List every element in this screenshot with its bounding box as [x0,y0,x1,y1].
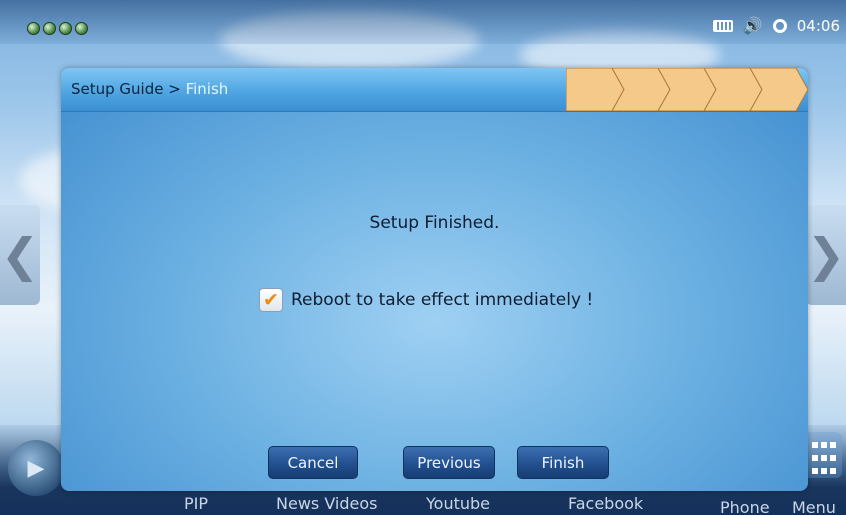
breadcrumb-current: Finish [185,80,229,98]
reboot-checkbox[interactable]: ✔ [259,288,283,312]
checkmark-icon: ✔ [263,288,279,311]
volume-icon[interactable]: 🔊 [743,16,763,35]
step-progress-chevrons [566,68,808,111]
dialog-header: Setup Guide > Finish [61,68,808,112]
dock-item-phone[interactable]: Phone [720,498,770,515]
indicator-dot [43,22,56,35]
dock-item-youtube[interactable]: Youtube [426,494,490,513]
cancel-button[interactable]: Cancel [268,446,358,479]
clock: 04:06 [796,16,840,35]
setup-finished-message: Setup Finished. [369,213,500,233]
previous-button[interactable]: Previous [403,446,495,479]
previous-page-arrow[interactable]: ❮ [0,205,40,305]
finish-button[interactable]: Finish [517,446,609,479]
chevron-left-icon: ❮ [0,228,40,282]
status-icons: 🔊 04:06 [712,16,840,35]
status-bar: 🔊 04:06 [0,0,846,44]
indicator-dot [59,22,72,35]
indicator-dot [27,22,40,35]
indicator-dot [75,22,88,35]
sync-icon[interactable] [772,18,787,33]
next-page-arrow[interactable]: ❯ [806,205,846,305]
dock-item-menu[interactable]: Menu [792,498,836,515]
keyboard-icon[interactable] [712,19,733,32]
dock-item-facebook[interactable]: Facebook [568,494,643,513]
play-icon[interactable]: ▶ [8,440,64,496]
setup-guide-dialog: Setup Guide > Finish Setup Finished. ✔ R… [61,68,808,491]
dock-item-news-videos[interactable]: News Videos [276,494,377,513]
dock-item-pip[interactable]: PIP [184,494,208,513]
reboot-label: Reboot to take effect immediately ! [291,290,594,310]
desktop-screen: 🔊 04:06 ❮ ❯ ▶ PIP News Videos Youtube Fa… [0,0,846,515]
breadcrumb-root: Setup Guide > [71,80,181,98]
chevron-right-icon: ❯ [806,228,846,282]
menu-grid-icon[interactable] [802,432,842,478]
reboot-option: ✔ Reboot to take effect immediately ! [259,285,593,315]
step-progress [566,68,808,111]
breadcrumb: Setup Guide > Finish [71,80,228,98]
